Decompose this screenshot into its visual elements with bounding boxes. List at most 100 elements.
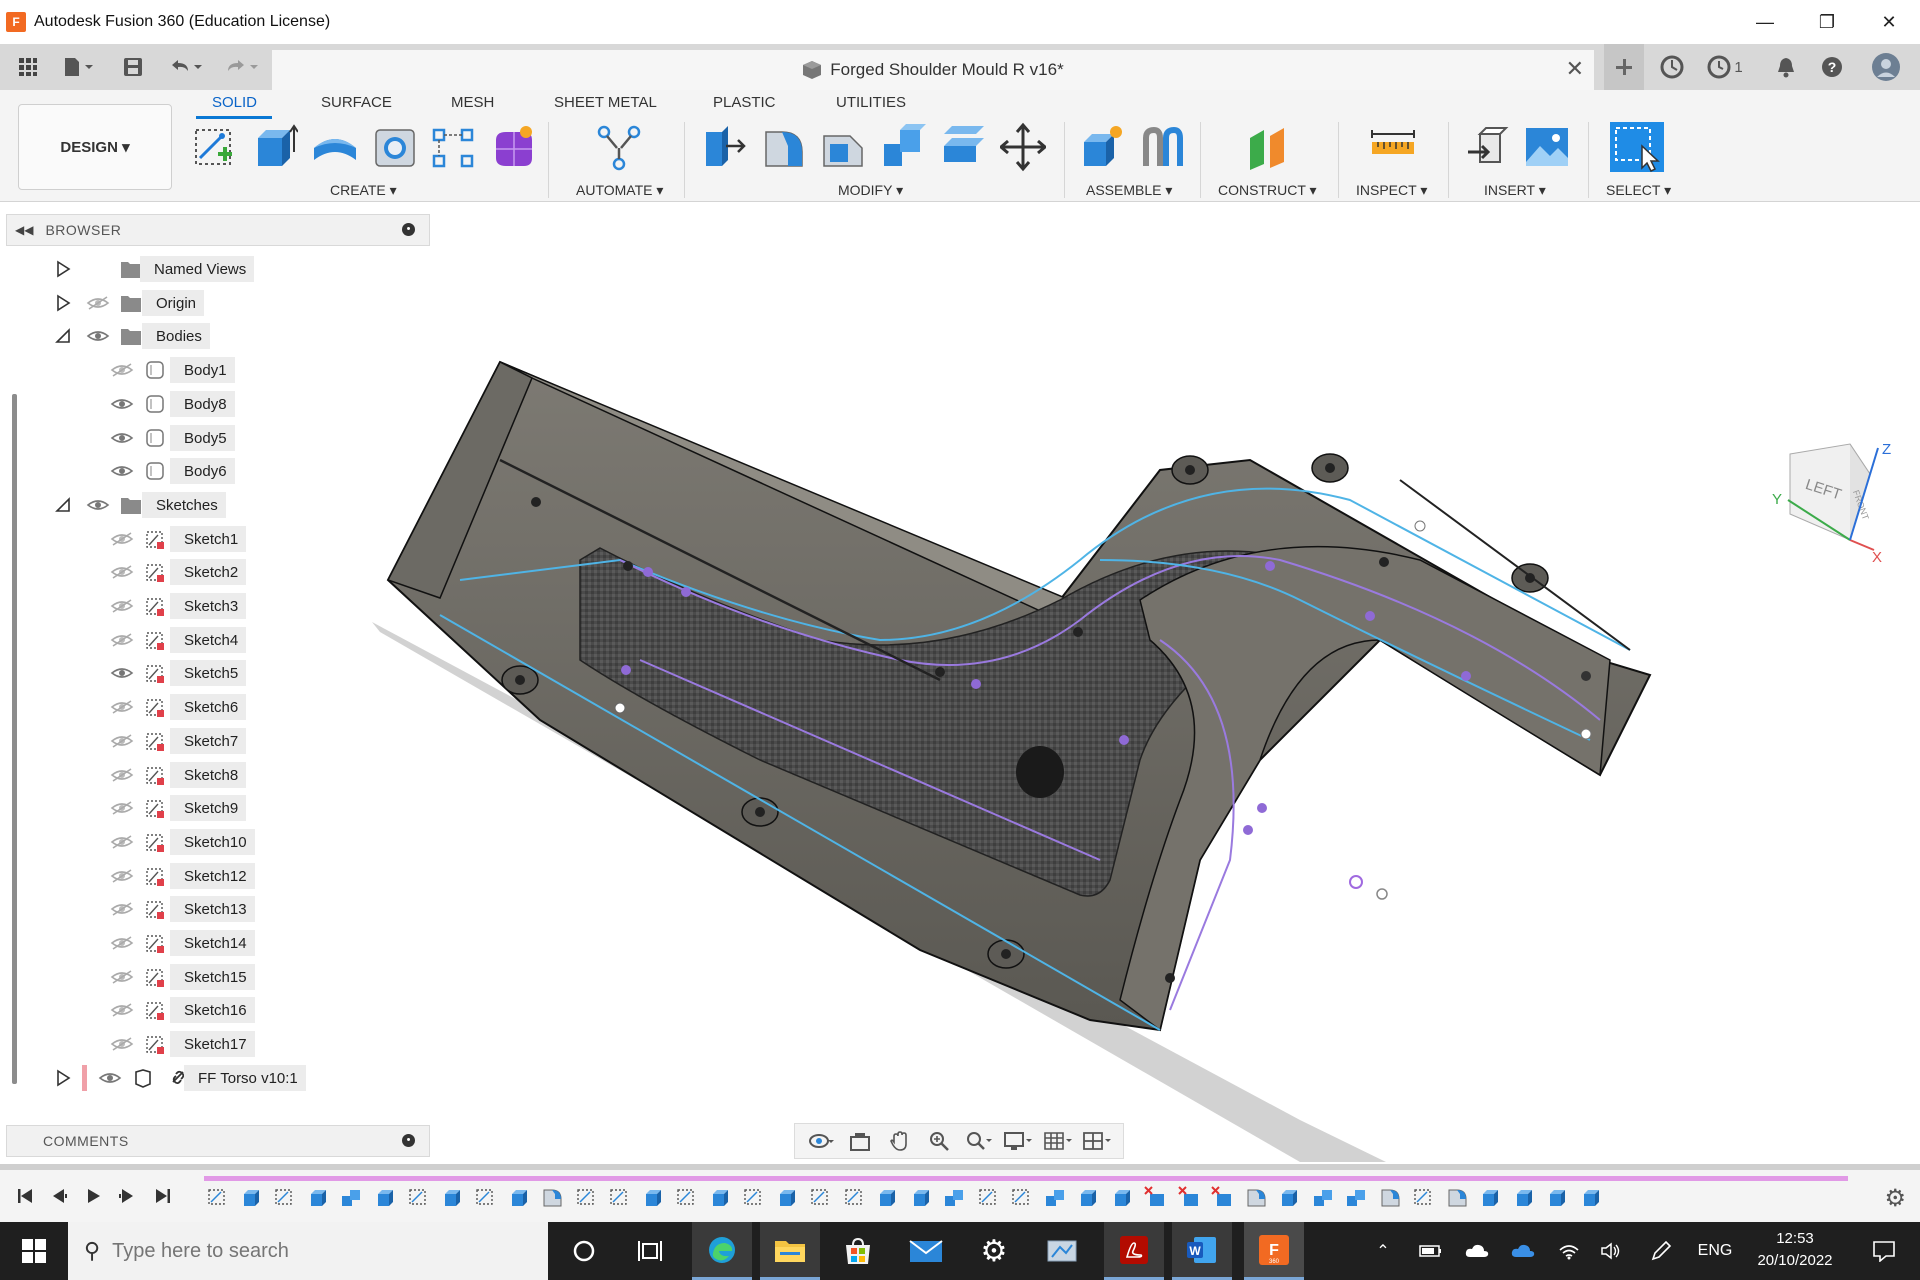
tree-item-sketch[interactable]: Sketch17 (6, 1029, 426, 1059)
timeline-feature-icon[interactable] (1513, 1186, 1536, 1208)
onedrive-personal-icon[interactable] (1460, 1222, 1494, 1280)
automate-icon[interactable] (596, 122, 642, 172)
data-panel-grid-icon[interactable] (8, 44, 48, 90)
measure-icon[interactable] (1370, 122, 1416, 172)
combine-icon[interactable] (880, 122, 926, 172)
tree-folder-named-views[interactable]: Named Views (6, 254, 426, 284)
fit-icon[interactable] (964, 1128, 994, 1154)
tree-item-sketch[interactable]: Sketch14 (6, 928, 426, 958)
timeline-feature-icon[interactable] (709, 1186, 732, 1208)
tree-item-sketch[interactable]: Sketch13 (6, 894, 426, 924)
insert-derive-icon[interactable] (1466, 122, 1512, 172)
visibility-eye-icon[interactable] (110, 665, 134, 681)
offset-plane-icon[interactable] (1246, 122, 1292, 172)
move-copy-icon[interactable] (1000, 122, 1046, 172)
timeline-feature-icon[interactable] (474, 1186, 497, 1208)
notification-center-icon[interactable] (1854, 1222, 1914, 1280)
step-back-icon[interactable] (46, 1184, 72, 1208)
workspace-switcher-button[interactable]: DESIGN ▾ (18, 104, 172, 190)
timeline-feature-icon[interactable] (240, 1186, 263, 1208)
tree-folder-sketches[interactable]: Sketches (6, 490, 426, 520)
snipping-tool-icon[interactable] (1032, 1222, 1092, 1280)
create-sketch-icon[interactable] (192, 122, 238, 172)
timeline-feature-icon[interactable] (206, 1186, 229, 1208)
windows-start-button[interactable] (0, 1222, 68, 1280)
timeline-feature-icon[interactable] (1111, 1186, 1134, 1208)
help-icon[interactable]: ? (1814, 44, 1850, 90)
tree-item-body[interactable]: Body5 (6, 423, 426, 453)
settings-gear-icon[interactable]: ⚙ (964, 1222, 1024, 1280)
timeline-feature-icon[interactable] (374, 1186, 397, 1208)
onedrive-business-icon[interactable] (1506, 1222, 1540, 1280)
comments-panel[interactable]: COMMENTS • (6, 1125, 430, 1157)
timeline-feature-icon[interactable] (508, 1186, 531, 1208)
timeline-feature-icon[interactable] (776, 1186, 799, 1208)
tab-surface[interactable]: SURFACE (321, 94, 392, 111)
press-pull-icon[interactable] (702, 122, 748, 172)
tree-item-sketch[interactable]: Sketch8 (6, 760, 426, 790)
tab-mesh[interactable]: MESH (451, 94, 494, 111)
select-group-label[interactable]: SELECT ▾ (1606, 182, 1671, 199)
hidden-eye-icon[interactable] (110, 868, 134, 884)
shell-icon[interactable] (372, 122, 418, 172)
add-comment-icon[interactable]: • (402, 1134, 415, 1147)
orbit-icon[interactable] (806, 1128, 836, 1154)
hidden-eye-icon[interactable] (110, 733, 134, 749)
tab-utilities[interactable]: UTILITIES (836, 94, 906, 111)
pen-workspace-icon[interactable] (1644, 1222, 1678, 1280)
timeline-feature-icon[interactable] (1077, 1186, 1100, 1208)
visibility-eye-icon[interactable] (110, 396, 134, 412)
hidden-eye-icon[interactable] (110, 1002, 134, 1018)
hidden-eye-icon[interactable] (110, 632, 134, 648)
construct-group-label[interactable]: CONSTRUCT ▾ (1218, 182, 1317, 199)
hidden-eye-icon[interactable] (110, 969, 134, 985)
rectangular-pattern-icon[interactable] (430, 122, 476, 172)
collapse-arrow-icon[interactable] (54, 327, 72, 345)
show-hidden-icons-icon[interactable]: ⌃ (1366, 1222, 1400, 1280)
input-language[interactable]: ENG (1690, 1222, 1740, 1280)
timeline-feature-icon[interactable] (1177, 1186, 1201, 1208)
battery-icon[interactable] (1414, 1222, 1448, 1280)
insert-group-label[interactable]: INSERT ▾ (1484, 182, 1546, 199)
system-clock[interactable]: 12:53 20/10/2022 (1740, 1228, 1850, 1272)
minimize-button[interactable]: — (1734, 0, 1796, 44)
modify-group-label[interactable]: MODIFY ▾ (838, 182, 903, 199)
step-forward-icon[interactable] (114, 1184, 140, 1208)
timeline-settings-gear-icon[interactable]: ⚙ (1884, 1184, 1906, 1213)
tree-folder-bodies[interactable]: Bodies (6, 321, 426, 351)
search-input[interactable] (112, 1239, 493, 1263)
file-explorer-icon[interactable] (760, 1222, 820, 1280)
timeline-feature-icon[interactable] (1010, 1186, 1033, 1208)
hidden-eye-icon[interactable] (110, 699, 134, 715)
timeline-feature-icon[interactable] (675, 1186, 698, 1208)
tree-item-sketch[interactable]: Sketch9 (6, 793, 426, 823)
timeline-feature-icon[interactable] (307, 1186, 330, 1208)
timeline-feature-icon[interactable] (1446, 1186, 1469, 1208)
wifi-icon[interactable] (1552, 1222, 1586, 1280)
microsoft-store-icon[interactable] (828, 1222, 888, 1280)
grid-settings-icon[interactable] (1043, 1128, 1073, 1154)
tree-item-body[interactable]: Body1 (6, 355, 426, 385)
document-tab[interactable]: Forged Shoulder Mould R v16* ✕ (272, 50, 1594, 90)
timeline-feature-icon[interactable] (575, 1186, 598, 1208)
timeline-feature-icon[interactable] (441, 1186, 464, 1208)
timeline-feature-icon[interactable] (910, 1186, 933, 1208)
new-component-icon[interactable] (1080, 122, 1126, 172)
tab-sheet-metal[interactable]: SHEET METAL (554, 94, 657, 111)
timeline-feature-icon[interactable] (340, 1186, 363, 1208)
timeline-feature-icon[interactable] (642, 1186, 665, 1208)
hidden-eye-icon[interactable] (110, 800, 134, 816)
expand-arrow-icon[interactable] (54, 260, 72, 278)
go-to-end-icon[interactable] (150, 1184, 176, 1208)
notifications-bell-icon[interactable] (1768, 44, 1804, 90)
tab-solid[interactable]: SOLID (212, 94, 257, 111)
hidden-eye-icon[interactable] (86, 295, 110, 311)
timeline-feature-icon[interactable] (809, 1186, 832, 1208)
zoom-icon[interactable] (924, 1128, 954, 1154)
timeline-feature-icon[interactable] (1479, 1186, 1502, 1208)
view-cube[interactable]: LEFT FRONT Z Y X (1750, 434, 1900, 564)
viewports-icon[interactable] (1082, 1128, 1112, 1154)
tree-item-sketch[interactable]: Sketch16 (6, 995, 426, 1025)
timeline-feature-icon[interactable] (1312, 1186, 1335, 1208)
look-at-icon[interactable] (845, 1128, 875, 1154)
